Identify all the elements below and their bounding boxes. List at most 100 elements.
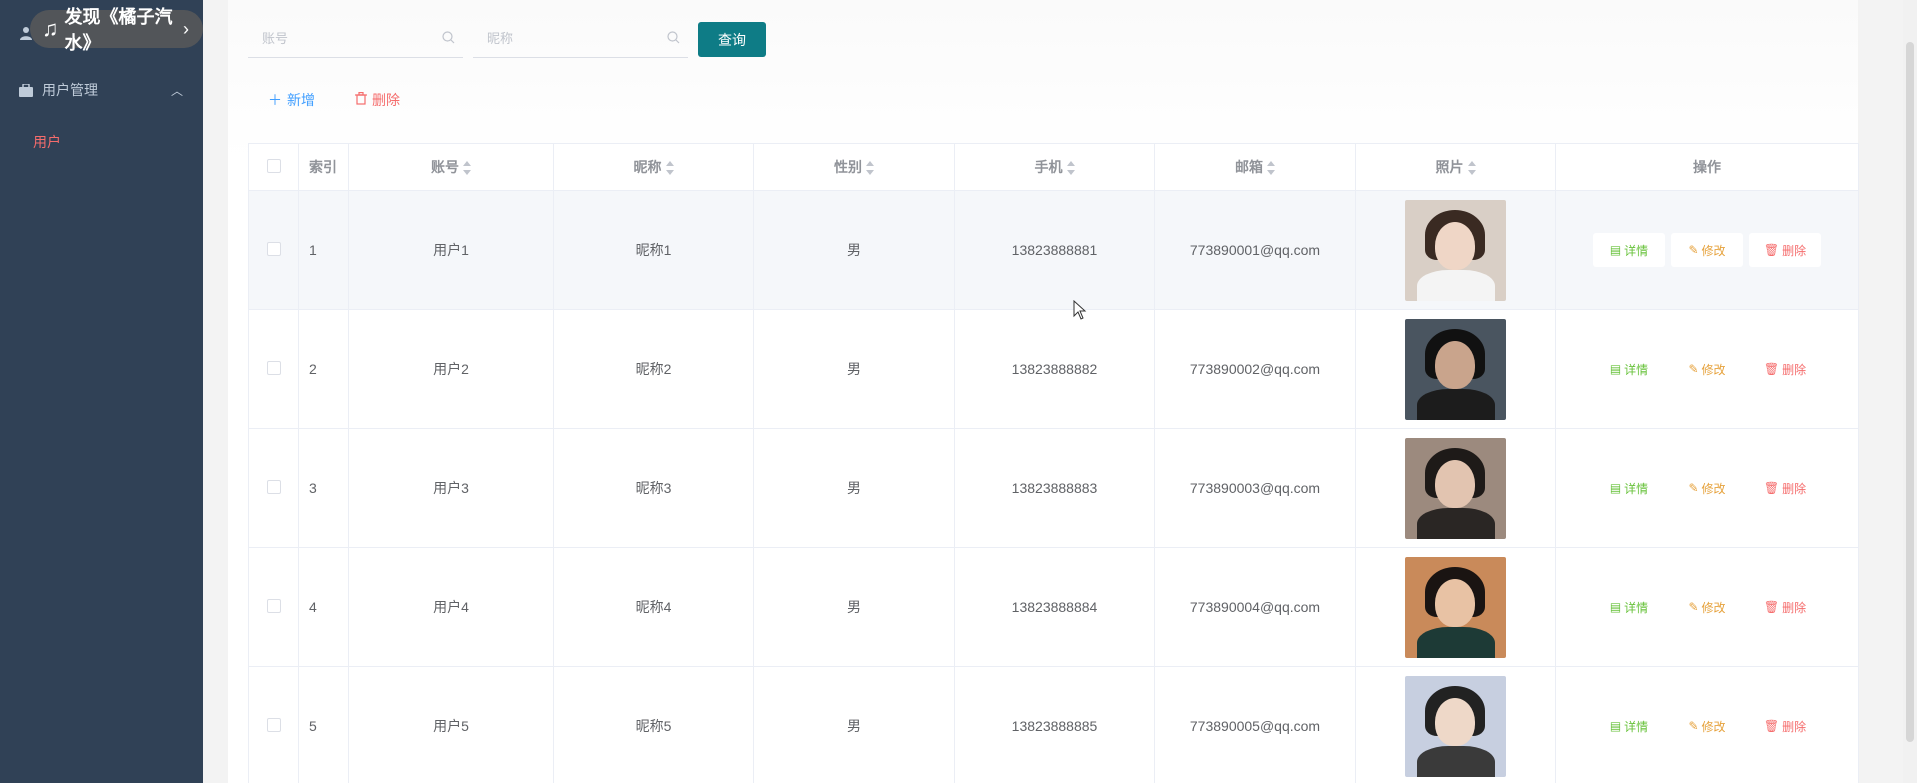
table-row[interactable]: 3 用户3 昵称3 男 13823888883 773890003@qq.com… <box>248 428 1859 548</box>
detail-button[interactable]: ▤ 详情 <box>1593 352 1665 386</box>
pencil-icon: ✎ <box>1688 243 1699 257</box>
detail-button[interactable]: ▤ 详情 <box>1593 233 1665 267</box>
sort-icon[interactable] <box>463 161 471 176</box>
table-row[interactable]: 5 用户5 昵称5 男 13823888885 773890005@qq.com… <box>248 666 1859 783</box>
row-select-cell[interactable] <box>248 428 299 548</box>
chevron-up-icon: ︿ <box>170 84 183 98</box>
row-gender: 男 <box>753 428 955 548</box>
sidebar-item-user[interactable]: 用户 <box>33 132 61 152</box>
scrollbar-thumb[interactable] <box>1906 42 1914 742</box>
table-row[interactable]: 1 用户1 昵称1 男 13823888881 773890001@qq.com… <box>248 190 1859 310</box>
select-all-checkbox[interactable] <box>266 158 281 173</box>
nickname-search-input[interactable] <box>487 31 647 46</box>
row-photo-cell <box>1355 309 1556 429</box>
detail-label: 详情 <box>1624 719 1649 734</box>
edit-button[interactable]: ✎ 修改 <box>1671 352 1743 386</box>
row-gender: 男 <box>753 190 955 310</box>
delete-button[interactable]: 🗑︎ 删除 <box>1749 709 1821 743</box>
row-gender: 男 <box>753 309 955 429</box>
column-header-label: 昵称 <box>633 159 662 175</box>
column-header-email[interactable]: 邮箱 <box>1154 143 1356 191</box>
row-nickname: 昵称1 <box>553 190 754 310</box>
delete-label: 删除 <box>1782 243 1807 258</box>
sort-icon[interactable] <box>665 161 674 176</box>
edit-button[interactable]: ✎ 修改 <box>1671 709 1743 743</box>
select-all-cell[interactable] <box>248 143 299 191</box>
table-row[interactable]: 4 用户4 昵称4 男 13823888884 773890004@qq.com… <box>248 547 1859 667</box>
sort-icon[interactable] <box>1467 161 1476 176</box>
account-search-field[interactable] <box>248 20 463 58</box>
sort-icon[interactable] <box>1066 161 1075 176</box>
row-email: 773890005@qq.com <box>1154 666 1356 783</box>
table-row[interactable]: 2 用户2 昵称2 男 13823888882 773890002@qq.com… <box>248 309 1859 429</box>
row-account: 用户4 <box>348 547 554 667</box>
row-select-cell[interactable] <box>248 190 299 310</box>
sidebar-menu-label: 用户管理 <box>42 82 98 98</box>
row-select-cell[interactable] <box>248 547 299 667</box>
column-header-label: 性别 <box>834 159 862 175</box>
column-header-gender[interactable]: 性别 <box>753 143 955 191</box>
delete-label: 删除 <box>1782 481 1807 496</box>
row-phone: 13823888882 <box>954 309 1155 429</box>
column-header-label: 账号 <box>431 159 459 175</box>
music-notification[interactable]: ♫ 发现《橘子汽水》 › <box>30 7 203 53</box>
user-photo[interactable] <box>1405 199 1506 301</box>
table-header-row: 索引 账号 昵称 性别 手机 邮箱 照片 操作 <box>248 143 1859 191</box>
delete-button[interactable]: 🗑︎ 删除 <box>1749 352 1821 386</box>
detail-label: 详情 <box>1624 362 1649 377</box>
batch-delete-button[interactable]: 删除 <box>355 90 400 110</box>
document-icon: ▤ <box>1609 719 1622 733</box>
nickname-search-field[interactable] <box>473 20 688 58</box>
row-gender: 男 <box>753 547 955 667</box>
delete-label: 删除 <box>1782 719 1807 734</box>
sort-icon[interactable] <box>1267 161 1275 176</box>
edit-label: 修改 <box>1701 481 1726 496</box>
column-header-account[interactable]: 账号 <box>348 143 554 191</box>
row-checkbox[interactable] <box>266 717 281 732</box>
column-header-nickname[interactable]: 昵称 <box>553 143 754 191</box>
column-header-phone[interactable]: 手机 <box>954 143 1155 191</box>
detail-button[interactable]: ▤ 详情 <box>1593 471 1665 505</box>
delete-button[interactable]: 🗑︎ 删除 <box>1749 471 1821 505</box>
batch-delete-label: 删除 <box>372 92 400 108</box>
row-checkbox[interactable] <box>266 479 281 494</box>
chevron-right-icon: › <box>183 18 189 39</box>
row-index: 1 <box>298 190 349 310</box>
column-header-photo[interactable]: 照片 <box>1355 143 1556 191</box>
add-button[interactable]: ＋ 新增 <box>268 90 315 110</box>
edit-button[interactable]: ✎ 修改 <box>1671 471 1743 505</box>
query-button[interactable]: 查询 <box>698 22 766 57</box>
user-photo[interactable] <box>1405 556 1506 658</box>
sidebar-menu-user-management[interactable]: 用户管理 ︿ <box>0 65 203 115</box>
delete-button[interactable]: 🗑︎ 删除 <box>1749 590 1821 624</box>
row-checkbox[interactable] <box>266 241 281 256</box>
edit-button[interactable]: ✎ 修改 <box>1671 233 1743 267</box>
vertical-scrollbar[interactable] <box>1903 0 1917 783</box>
user-photo[interactable] <box>1405 318 1506 420</box>
user-photo[interactable] <box>1405 437 1506 539</box>
detail-button[interactable]: ▤ 详情 <box>1593 590 1665 624</box>
row-actions: ▤ 详情 ✎ 修改 🗑︎ 删除 <box>1555 547 1859 667</box>
column-header-label: 邮箱 <box>1235 159 1263 175</box>
account-search-input[interactable] <box>262 31 422 46</box>
user-photo[interactable] <box>1405 675 1506 777</box>
row-checkbox[interactable] <box>266 360 281 375</box>
pencil-icon: ✎ <box>1688 362 1699 376</box>
row-checkbox[interactable] <box>266 598 281 613</box>
row-select-cell[interactable] <box>248 309 299 429</box>
sort-icon[interactable] <box>866 161 874 176</box>
edit-button[interactable]: ✎ 修改 <box>1671 590 1743 624</box>
row-photo-cell <box>1355 190 1556 310</box>
row-index: 2 <box>298 309 349 429</box>
trash-icon: 🗑︎ <box>1763 481 1780 495</box>
main-content: 查询 ＋ 新增 删除 索引 账号 昵称 性别 手机 邮箱 照片 操作 <box>228 0 1859 783</box>
user-table: 索引 账号 昵称 性别 手机 邮箱 照片 操作 1 用户1 昵称1 男 1382… <box>248 143 1859 783</box>
delete-button[interactable]: 🗑︎ 删除 <box>1749 233 1821 267</box>
detail-button[interactable]: ▤ 详情 <box>1593 709 1665 743</box>
row-select-cell[interactable] <box>248 666 299 783</box>
sidebar: 用户管理 ︿ 用户 ♫ 发现《橘子汽水》 › <box>0 0 203 783</box>
trash-icon: 🗑︎ <box>1763 600 1780 614</box>
column-header: 索引 <box>298 143 349 191</box>
row-nickname: 昵称5 <box>553 666 754 783</box>
trash-icon: 🗑︎ <box>1763 719 1780 733</box>
